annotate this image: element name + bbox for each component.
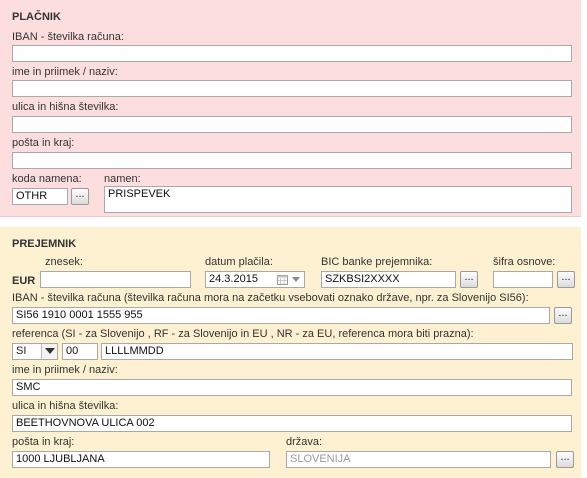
country-label: država: bbox=[286, 436, 323, 448]
payment-date-label: datum plačila: bbox=[205, 256, 273, 268]
purpose-code-browse-button[interactable]: ... bbox=[71, 188, 89, 205]
payee-name-label: ime in priimek / naziv: bbox=[12, 364, 118, 376]
payer-name-label: ime in priimek / naziv: bbox=[12, 66, 118, 78]
basis-code-input[interactable] bbox=[493, 271, 553, 288]
payer-street-input[interactable] bbox=[12, 116, 572, 133]
basis-code-browse-button[interactable]: ... bbox=[557, 271, 575, 288]
payer-purpose-label: namen: bbox=[104, 173, 141, 185]
select-arrow-icon bbox=[41, 344, 57, 359]
payer-street-label: ulica in hišna številka: bbox=[12, 101, 119, 113]
reference-prefix-value: SI bbox=[16, 345, 27, 357]
amount-label: znesek: bbox=[45, 256, 83, 268]
payee-name-input[interactable]: SMC bbox=[12, 379, 572, 396]
payee-section: PREJEMNIK znesek: EUR datum plačila: 24.… bbox=[0, 227, 581, 478]
payee-street-label: ulica in hišna številka: bbox=[12, 400, 119, 412]
payer-purpose-code-input[interactable]: OTHR bbox=[12, 188, 68, 205]
bic-browse-button[interactable]: ... bbox=[460, 271, 478, 288]
payer-purpose-code-label: koda namena: bbox=[12, 173, 82, 185]
reference-model-input[interactable]: 00 bbox=[62, 343, 98, 360]
date-dropdown-icon[interactable] bbox=[292, 277, 300, 282]
payer-post-input[interactable] bbox=[12, 152, 572, 169]
payee-title: PREJEMNIK bbox=[12, 238, 77, 250]
payer-iban-label: IBAN - številka računa: bbox=[12, 31, 124, 43]
payer-purpose-textarea[interactable]: PRISPEVEK bbox=[104, 186, 572, 213]
payer-section: PLAČNIK IBAN - številka računa: ime in p… bbox=[0, 0, 581, 217]
country-input[interactable]: SLOVENIJA bbox=[286, 451, 551, 468]
basis-code-label: šifra osnove: bbox=[493, 256, 556, 268]
payer-title: PLAČNIK bbox=[12, 11, 61, 23]
reference-label: referenca (SI - za Slovenijo , RF - za S… bbox=[12, 328, 474, 340]
bic-input[interactable]: SZKBSI2XXXX bbox=[321, 271, 456, 288]
iban-browse-button[interactable]: ... bbox=[554, 307, 572, 324]
payer-name-input[interactable] bbox=[12, 80, 572, 97]
reference-number-input[interactable]: LLLLMMDD bbox=[101, 343, 573, 360]
payee-post-label: pošta in kraj: bbox=[12, 436, 75, 448]
country-browse-button[interactable]: ... bbox=[556, 451, 574, 468]
payment-date-value: 24.3.2015 bbox=[209, 273, 258, 285]
bic-label: BIC banke prejemnika: bbox=[321, 256, 433, 268]
payee-post-input[interactable]: 1000 LJUBLJANA bbox=[12, 451, 270, 468]
payee-iban-input[interactable]: SI56 1910 0001 1555 955 bbox=[12, 307, 550, 324]
payer-post-label: pošta in kraj: bbox=[12, 137, 75, 149]
payee-street-input[interactable]: BEETHOVNOVA ULICA 002 bbox=[12, 415, 572, 432]
payer-iban-input[interactable] bbox=[12, 45, 572, 62]
currency-label: EUR bbox=[12, 275, 36, 287]
calendar-icon[interactable] bbox=[277, 274, 288, 285]
payment-date-input[interactable]: 24.3.2015 bbox=[205, 271, 305, 288]
payee-iban-label: IBAN - številka računa (številka računa … bbox=[12, 292, 529, 304]
amount-input[interactable] bbox=[40, 271, 191, 288]
reference-prefix-select[interactable]: SI bbox=[12, 343, 58, 360]
